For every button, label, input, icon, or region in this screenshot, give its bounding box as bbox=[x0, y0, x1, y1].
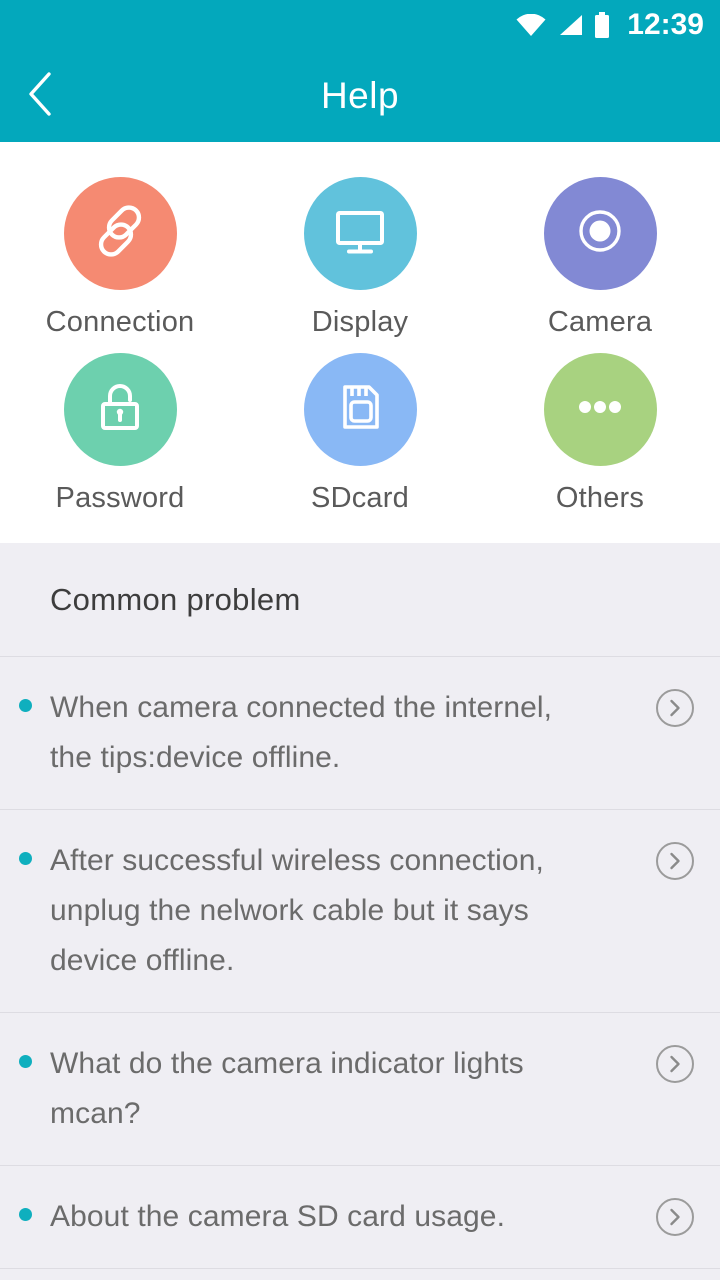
category-password[interactable]: Password bbox=[15, 353, 225, 515]
list-item[interactable]: When camera connected the internel, the … bbox=[0, 657, 720, 810]
list-item-label: After successful wireless connection, un… bbox=[50, 844, 544, 977]
category-icon-badge bbox=[303, 177, 417, 290]
chevron-left-icon bbox=[27, 71, 53, 122]
category-grid: Connection Display Camera Password SDcar… bbox=[0, 142, 720, 543]
app-title-bar: Help bbox=[0, 50, 720, 142]
chevron-right-circle-icon[interactable] bbox=[630, 1192, 720, 1236]
battery-icon bbox=[594, 12, 610, 38]
common-problem-section: Common problem When camera connected the… bbox=[0, 543, 720, 1280]
category-sdcard[interactable]: SDcard bbox=[255, 353, 465, 515]
status-icon-group: 12:39 bbox=[516, 10, 704, 40]
unlock-icon bbox=[90, 377, 150, 442]
page-title: Help bbox=[320, 75, 400, 116]
bullet-icon bbox=[0, 1039, 50, 1068]
monitor-icon bbox=[330, 201, 390, 266]
help-screen: 12:39 Help Connection Display Camera Pas… bbox=[0, 0, 720, 1280]
link-icon bbox=[90, 201, 150, 266]
category-label: Connection bbox=[45, 306, 195, 338]
category-connection[interactable]: Connection bbox=[15, 177, 225, 339]
status-bar: 12:39 bbox=[0, 0, 720, 50]
category-icon-badge bbox=[63, 177, 177, 290]
list-item[interactable]: After successful wireless connection, un… bbox=[0, 810, 720, 1013]
ellipsis-icon bbox=[570, 377, 630, 442]
category-label: Camera bbox=[547, 306, 653, 338]
lens-icon bbox=[570, 201, 630, 266]
chevron-right-circle-icon[interactable] bbox=[630, 1039, 720, 1083]
category-display[interactable]: Display bbox=[255, 177, 465, 339]
list-item-label: What do the camera indicator lights mcan… bbox=[50, 1047, 524, 1130]
category-icon-badge bbox=[63, 353, 177, 466]
category-icon-badge bbox=[543, 177, 657, 290]
chevron-right-circle-icon[interactable] bbox=[630, 683, 720, 727]
category-label: Password bbox=[55, 482, 185, 514]
list-item[interactable]: About the camera SD card usage. bbox=[0, 1166, 720, 1269]
section-header: Common problem bbox=[0, 543, 720, 657]
category-icon-badge bbox=[303, 353, 417, 466]
list-item-label: About the camera SD card usage. bbox=[50, 1200, 506, 1233]
list-item-label: When camera connected the internel, the … bbox=[50, 691, 553, 774]
category-camera[interactable]: Camera bbox=[495, 177, 705, 339]
category-grid-row: Connection Display Camera bbox=[0, 177, 720, 339]
category-grid-row: Password SDcard Others bbox=[0, 353, 720, 515]
chevron-right-circle-icon[interactable] bbox=[630, 836, 720, 880]
category-label: Display bbox=[311, 306, 409, 338]
category-icon-badge bbox=[543, 353, 657, 466]
bullet-icon bbox=[0, 1192, 50, 1221]
cellular-signal-icon bbox=[557, 14, 583, 36]
bullet-icon bbox=[0, 836, 50, 865]
category-others[interactable]: Others bbox=[495, 353, 705, 515]
list-item[interactable]: What do the camera indicator lights mcan… bbox=[0, 1013, 720, 1166]
status-clock: 12:39 bbox=[627, 8, 704, 41]
section-title: Common problem bbox=[50, 581, 301, 617]
list-item[interactable]: They are no vidcos to play back or bbox=[0, 1269, 720, 1280]
sdcard-icon bbox=[330, 377, 390, 442]
category-label: Others bbox=[555, 482, 645, 514]
bullet-icon bbox=[0, 683, 50, 712]
category-label: SDcard bbox=[311, 482, 409, 514]
back-button[interactable] bbox=[0, 50, 80, 142]
wifi-icon bbox=[516, 14, 546, 36]
